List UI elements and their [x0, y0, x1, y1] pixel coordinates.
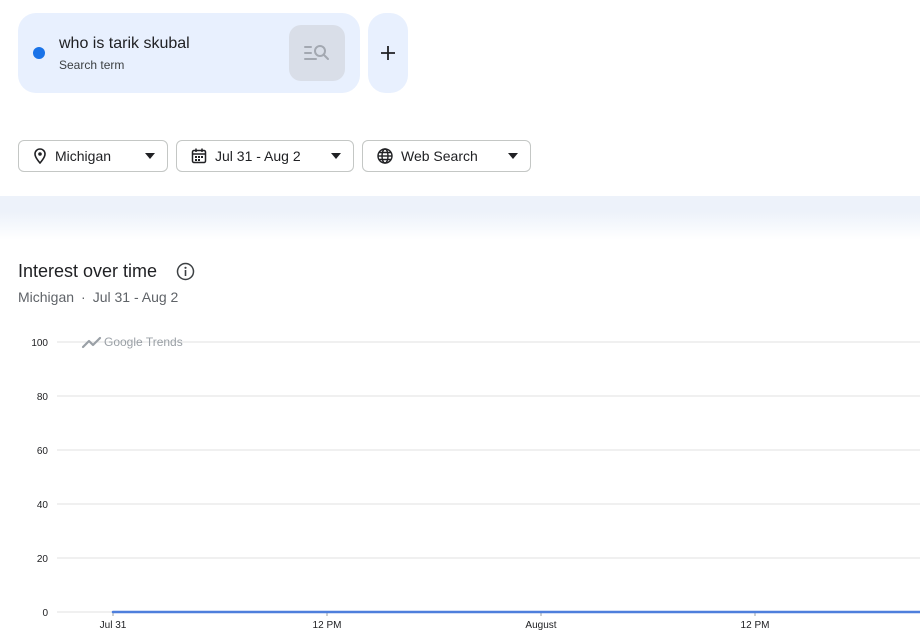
x-tick-label: Jul 31	[100, 620, 127, 631]
section-title: Interest over time	[18, 261, 158, 281]
y-tick-label: 100	[31, 338, 48, 349]
search-options-button[interactable]	[289, 25, 345, 81]
y-tick-label: 0	[42, 608, 48, 619]
info-icon[interactable]	[176, 262, 195, 281]
date-range-filter-label: Jul 31 - Aug 2	[215, 148, 301, 164]
term-color-dot	[33, 47, 45, 59]
search-term-text[interactable]: who is tarik skubal	[59, 35, 190, 53]
date-range-filter[interactable]: Jul 31 - Aug 2	[176, 140, 354, 172]
y-tick-label: 80	[37, 392, 49, 403]
globe-icon	[377, 148, 393, 164]
location-pin-icon	[34, 148, 46, 164]
search-term-card[interactable]: who is tarik skubal Search term	[18, 13, 360, 93]
subtitle-range: Jul 31 - Aug 2	[92, 289, 179, 305]
y-tick-label: 60	[37, 446, 49, 457]
chevron-down-icon	[508, 153, 518, 159]
search-property-filter[interactable]: Web Search	[362, 140, 531, 172]
x-tick-label: August	[525, 620, 556, 631]
subtitle-location: Michigan	[18, 289, 75, 305]
x-tick-label: 12 PM	[741, 620, 770, 631]
add-comparison-button[interactable]	[368, 13, 408, 93]
location-filter[interactable]: Michigan	[18, 140, 168, 172]
search-list-icon	[304, 45, 329, 60]
section-subtitle: Michigan · Jul 31 - Aug 2	[18, 289, 178, 305]
plus-icon	[381, 46, 395, 60]
x-tick-label: 12 PM	[313, 620, 342, 631]
y-tick-label: 40	[37, 500, 49, 511]
chevron-down-icon	[331, 153, 341, 159]
search-term-subtitle: Search term	[59, 58, 125, 72]
location-filter-label: Michigan	[55, 148, 112, 164]
series-line	[111, 610, 920, 614]
interest-over-time-chart: 100 80 60 40 20 0 Jul 31 12 PM August 12 PM Google…	[31, 335, 920, 631]
search-property-filter-label: Web Search	[401, 148, 478, 164]
section-divider	[0, 196, 920, 240]
chart-watermark: Google Trends	[104, 335, 183, 349]
y-tick-label: 20	[37, 554, 49, 565]
calendar-icon	[191, 148, 207, 164]
chevron-down-icon	[145, 153, 155, 159]
subtitle-separator: ·	[81, 289, 86, 305]
